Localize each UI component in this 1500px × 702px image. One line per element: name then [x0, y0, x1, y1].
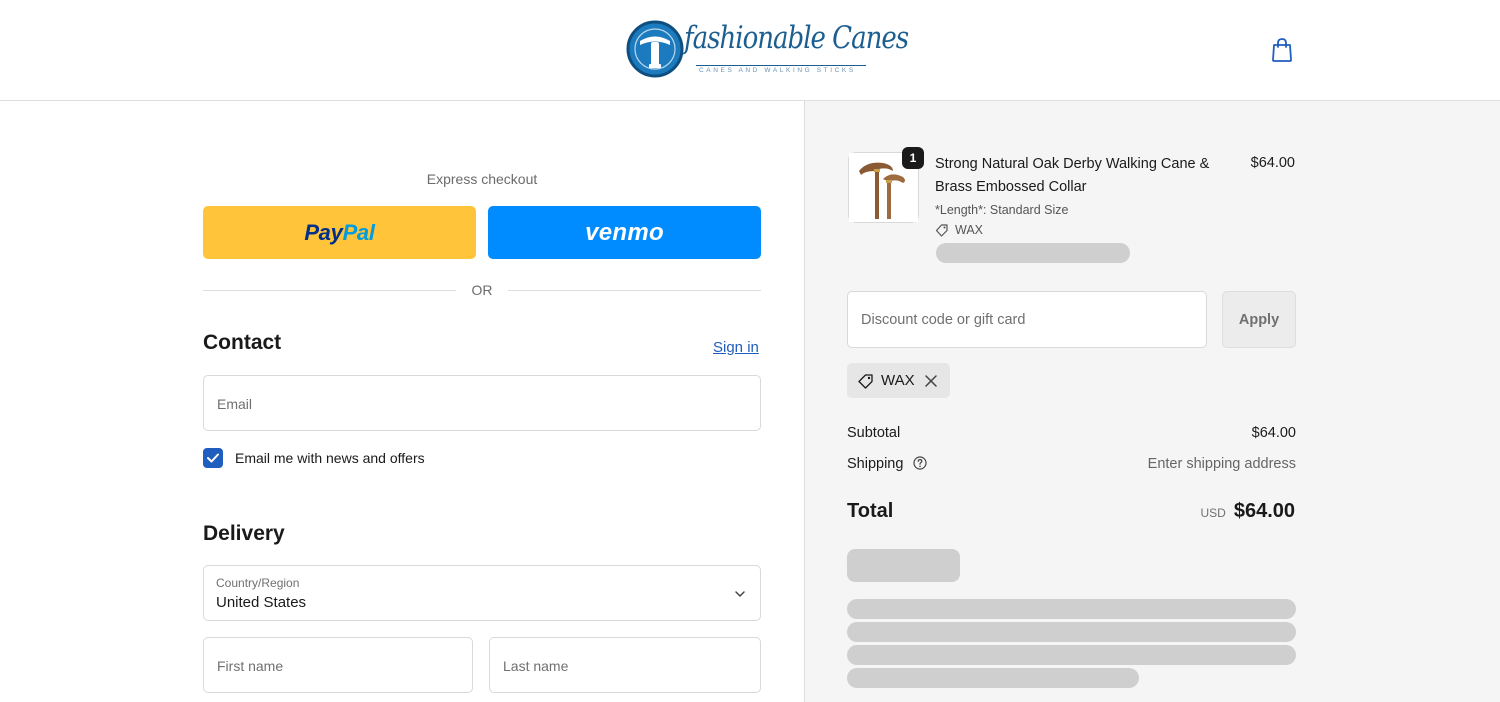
newsletter-row: Email me with news and offers — [203, 448, 425, 468]
applied-discount-chip: WAX — [847, 363, 950, 398]
venmo-button[interactable]: venmo — [488, 206, 761, 259]
country-label: Country/Region — [216, 576, 300, 590]
express-checkout-label: Express checkout — [426, 171, 538, 187]
venmo-logo: venmo — [585, 218, 664, 246]
shipping-value: Enter shipping address — [1147, 456, 1296, 472]
first-name-placeholder: First name — [217, 658, 284, 674]
email-field[interactable]: Email — [203, 375, 761, 431]
paypal-button[interactable]: Pay Pal — [203, 206, 476, 259]
shipping-label: Shipping — [847, 456, 904, 472]
shipping-row: Shipping Enter shipping address — [847, 456, 1296, 474]
site-header: fashionable Canes CANES AND WALKING STIC… — [0, 0, 1500, 101]
chevron-down-icon — [735, 591, 745, 597]
divider-line-right — [508, 290, 761, 291]
sign-in-link[interactable]: Sign in — [713, 339, 759, 356]
country-select[interactable]: Country/Region United States — [203, 565, 761, 621]
discount-placeholder: Discount code or gift card — [861, 312, 1026, 328]
loading-placeholder — [847, 599, 1296, 619]
shopping-bag-icon — [1272, 38, 1292, 62]
loading-placeholder — [936, 243, 1130, 263]
paypal-logo-pay: Pay — [304, 219, 343, 245]
delivery-heading: Delivery — [203, 522, 285, 545]
product-discount-code: WAX — [955, 223, 984, 237]
question-circle-icon — [913, 456, 928, 470]
tag-icon — [858, 373, 873, 389]
newsletter-label: Email me with news and offers — [235, 450, 425, 466]
brand-tagline: CANES AND WALKING STICKS — [699, 67, 856, 74]
subtotal-row: Subtotal $64.00 — [847, 425, 1296, 441]
checkmark-icon — [207, 453, 219, 463]
last-name-field[interactable]: Last name — [489, 637, 761, 693]
brand-name: fashionable Canes — [684, 20, 909, 56]
total-value: $64.00 — [1233, 500, 1295, 522]
product-price: $64.00 — [1250, 155, 1295, 171]
cart-button[interactable] — [1268, 36, 1296, 64]
product-variant: *Length*: Standard Size — [935, 203, 1069, 217]
applied-discount-code: WAX — [881, 372, 915, 389]
paypal-logo-pal: Pal — [342, 219, 375, 245]
brand-underline — [696, 65, 866, 66]
subtotal-label: Subtotal — [847, 425, 901, 441]
product-discount: WAX — [935, 223, 983, 237]
email-placeholder: Email — [217, 396, 253, 412]
newsletter-checkbox[interactable] — [203, 448, 223, 468]
first-name-field[interactable]: First name — [203, 637, 473, 693]
remove-discount-button[interactable] — [924, 374, 937, 387]
checkout-form-column: Express checkout Pay Pal venmo OR Contact… — [0, 101, 804, 702]
loading-placeholder — [847, 645, 1296, 665]
apply-discount-button[interactable]: Apply — [1222, 291, 1296, 348]
tag-icon — [935, 224, 948, 237]
cane-logo-icon — [626, 20, 684, 78]
loading-placeholder — [847, 668, 1139, 688]
order-summary-column: 1 Strong Natural Oak Derby Walking Cane … — [804, 101, 1500, 702]
contact-heading: Contact — [203, 331, 282, 354]
country-value: United States — [216, 594, 307, 611]
last-name-placeholder: Last name — [503, 658, 569, 674]
total-label: Total — [847, 500, 894, 522]
close-icon — [924, 374, 937, 387]
loading-placeholder — [847, 549, 960, 582]
or-divider: OR — [203, 281, 761, 299]
total-currency: USD — [1200, 506, 1226, 520]
brand-logo[interactable]: fashionable Canes CANES AND WALKING STIC… — [626, 18, 909, 80]
quantity-badge: 1 — [902, 147, 924, 169]
total-amount: USD $64.00 — [1200, 500, 1295, 523]
product-name: Strong Natural Oak Derby Walking Cane & … — [935, 156, 1210, 195]
loading-placeholder — [847, 622, 1296, 642]
discount-code-input[interactable]: Discount code or gift card — [847, 291, 1207, 348]
shipping-help-icon[interactable] — [913, 456, 928, 474]
subtotal-value: $64.00 — [1251, 425, 1296, 441]
